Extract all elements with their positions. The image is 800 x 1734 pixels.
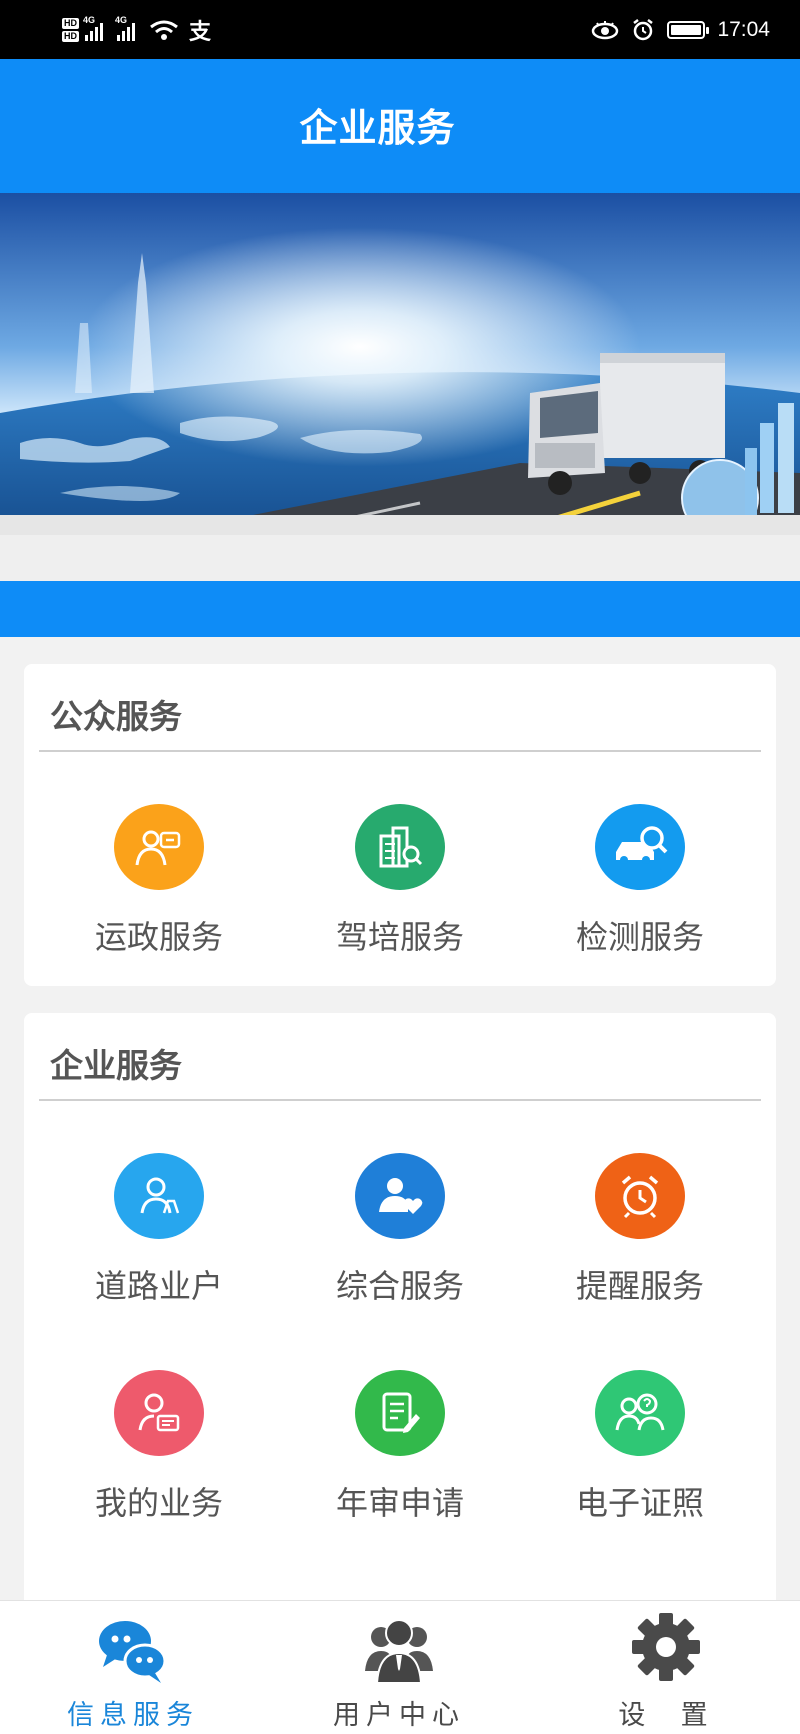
nav-label: 设 置 — [618, 1700, 714, 1731]
status-bar: HD HD 4G 4G 支 17:04 — [0, 0, 800, 59]
alarm-status-icon — [633, 19, 654, 41]
users-group-icon — [365, 1619, 433, 1684]
network-type-2: 4G — [115, 15, 128, 25]
eye-comfort-icon — [592, 21, 619, 40]
service-label: 驾培服务 — [335, 918, 464, 956]
enterprise-services-card: 企业服务 道路业户 综合服务 提醒服务 我的业务 年审申请 电子证照 — [24, 1013, 776, 1653]
service-jiapei[interactable]: 驾培服务 — [280, 804, 520, 958]
service-label: 运政服务 — [94, 918, 223, 956]
banner-image[interactable] — [0, 193, 800, 535]
bottom-navigation: 信息服务 用户中心 设 置 — [0, 1600, 800, 1734]
service-tixing[interactable]: 提醒服务 — [520, 1153, 760, 1307]
alarm-clock-icon — [595, 1153, 685, 1239]
status-left-indicators: HD HD 4G 4G 支 — [62, 10, 211, 50]
user-card-icon — [114, 1370, 204, 1456]
section-divider — [39, 750, 761, 752]
status-right-indicators: 17:04 — [591, 10, 770, 50]
app-header: 企业服务 — [0, 59, 800, 193]
service-label: 年审申请 — [335, 1484, 464, 1522]
public-services-card: 公众服务 运政服务 驾培服务 检测服务 — [24, 664, 776, 986]
road-user-icon — [114, 1153, 204, 1239]
service-label: 提醒服务 — [575, 1267, 704, 1305]
nav-user-center[interactable]: 用户中心 — [266, 1601, 532, 1734]
signal-icon-1: 4G — [83, 15, 103, 41]
user-heart-icon — [355, 1153, 445, 1239]
service-zonghe[interactable]: 综合服务 — [280, 1153, 520, 1307]
banner-spacer — [0, 535, 800, 581]
chat-bubbles-icon — [99, 1621, 167, 1683]
service-label: 电子证照 — [575, 1484, 704, 1522]
service-wode-yewu[interactable]: 我的业务 — [39, 1370, 279, 1524]
service-jiance[interactable]: 检测服务 — [520, 804, 760, 958]
hd-badge-2: HD — [62, 31, 79, 42]
hd-badge-1: HD — [62, 18, 79, 29]
section-divider — [39, 1099, 761, 1101]
service-label: 我的业务 — [94, 1484, 223, 1522]
car-inspection-icon — [595, 804, 685, 890]
service-nianshen[interactable]: 年审申请 — [280, 1370, 520, 1524]
building-search-icon — [355, 804, 445, 890]
battery-icon — [667, 21, 710, 39]
section-title-public: 公众服务 — [50, 697, 182, 736]
service-yunzheng[interactable]: 运政服务 — [39, 804, 279, 958]
hd-indicators: HD HD — [62, 18, 79, 42]
network-type-1: 4G — [83, 15, 96, 25]
service-daolu-yehu[interactable]: 道路业户 — [39, 1153, 279, 1307]
certificate-icon — [114, 804, 204, 890]
nav-settings[interactable]: 设 置 — [533, 1601, 799, 1734]
alipay-status-icon: 支 — [189, 19, 212, 44]
nav-label: 信息服务 — [67, 1700, 199, 1731]
page-title: 企业服务 — [299, 106, 456, 150]
document-edit-icon — [355, 1370, 445, 1456]
service-label: 检测服务 — [575, 918, 704, 956]
nav-info-service[interactable]: 信息服务 — [0, 1601, 266, 1734]
service-label: 道路业户 — [94, 1267, 223, 1305]
service-dianzi-zhengzhao[interactable]: 电子证照 — [520, 1370, 760, 1524]
signal-icon-2: 4G — [115, 15, 135, 41]
gear-icon — [632, 1613, 700, 1681]
status-time: 17:04 — [717, 18, 770, 41]
service-label: 综合服务 — [335, 1267, 464, 1305]
people-question-icon — [595, 1370, 685, 1456]
wifi-icon — [150, 20, 178, 40]
notice-bar — [0, 581, 800, 637]
section-title-enterprise: 企业服务 — [50, 1046, 182, 1085]
nav-label: 用户中心 — [333, 1700, 465, 1731]
